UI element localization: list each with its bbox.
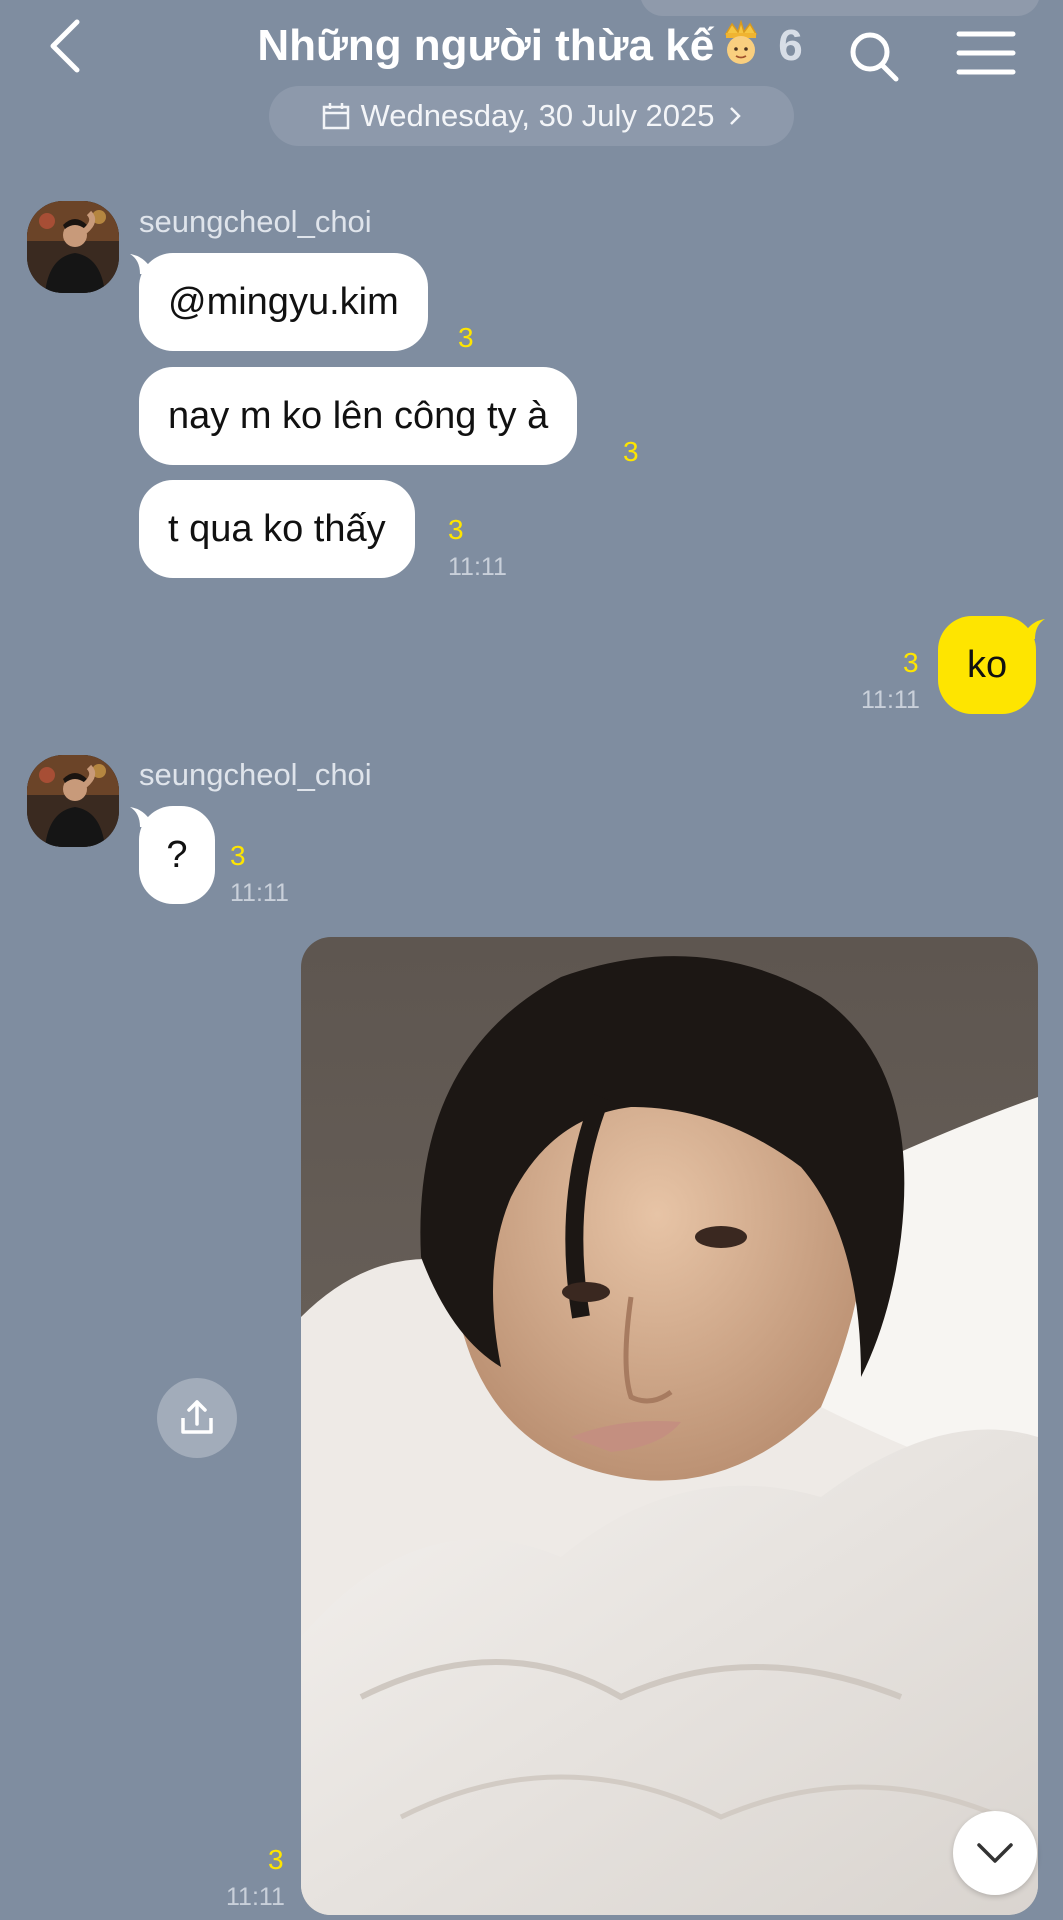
message-time: 11:11	[230, 879, 289, 907]
member-count: 6	[778, 21, 803, 70]
chat-title[interactable]: Những người thừa kế 6	[130, 14, 930, 78]
avatar-seungcheol-choi[interactable]	[27, 201, 119, 293]
message-bubble[interactable]: nay m ko lên công ty à	[139, 367, 578, 465]
read-count: 3	[268, 1844, 284, 1875]
date-divider-label: Wednesday, 30 July 2025	[360, 98, 715, 133]
message-bubble[interactable]: ?	[139, 806, 215, 904]
message-time: 11:11	[861, 686, 920, 714]
sender-name: seungcheol_choi	[139, 757, 372, 792]
bubble-tail	[1023, 619, 1045, 639]
message-text: @mingyu.kim	[168, 281, 399, 323]
read-count: 3	[448, 514, 464, 545]
message-bubble[interactable]: t qua ko thấy	[139, 480, 415, 578]
search-icon	[850, 32, 899, 82]
avatar-seungcheol-choi[interactable]	[27, 755, 119, 847]
chat-title-text: Những người thừa kế	[257, 21, 715, 70]
scroll-to-bottom-button[interactable]	[953, 1811, 1037, 1895]
message-text: ko	[967, 644, 1008, 686]
chevron-down-icon	[977, 1843, 1013, 1863]
read-count: 3	[623, 436, 639, 467]
message-text: nay m ko lên công ty à	[168, 395, 549, 437]
read-count: 3	[903, 647, 919, 678]
selfie-photo	[301, 937, 1038, 1915]
calendar-icon	[322, 103, 349, 130]
my-message-bubble[interactable]: ko	[938, 616, 1036, 714]
chevron-right-icon	[730, 107, 742, 125]
read-count: 3	[230, 840, 246, 871]
share-button[interactable]	[157, 1378, 237, 1458]
profile-photo	[27, 201, 119, 293]
back-button[interactable]	[40, 14, 90, 78]
hamburger-menu-icon	[956, 31, 1016, 75]
sender-name: seungcheol_choi	[139, 204, 372, 239]
message-time: 11:11	[226, 1883, 285, 1911]
share-upload-icon	[181, 1400, 213, 1434]
menu-button[interactable]	[956, 28, 1016, 78]
profile-photo	[27, 755, 119, 847]
message-text: t qua ko thấy	[168, 508, 386, 550]
message-text: ?	[166, 834, 188, 876]
photo-message[interactable]	[301, 937, 1038, 1915]
read-count: 3	[458, 322, 474, 353]
crowned-person-emoji-icon	[724, 20, 758, 64]
date-divider[interactable]: Wednesday, 30 July 2025	[269, 86, 794, 146]
chevron-left-icon	[50, 19, 80, 73]
message-time: 11:11	[448, 553, 507, 581]
search-button[interactable]	[846, 26, 902, 86]
message-bubble[interactable]: @mingyu.kim	[139, 253, 428, 351]
